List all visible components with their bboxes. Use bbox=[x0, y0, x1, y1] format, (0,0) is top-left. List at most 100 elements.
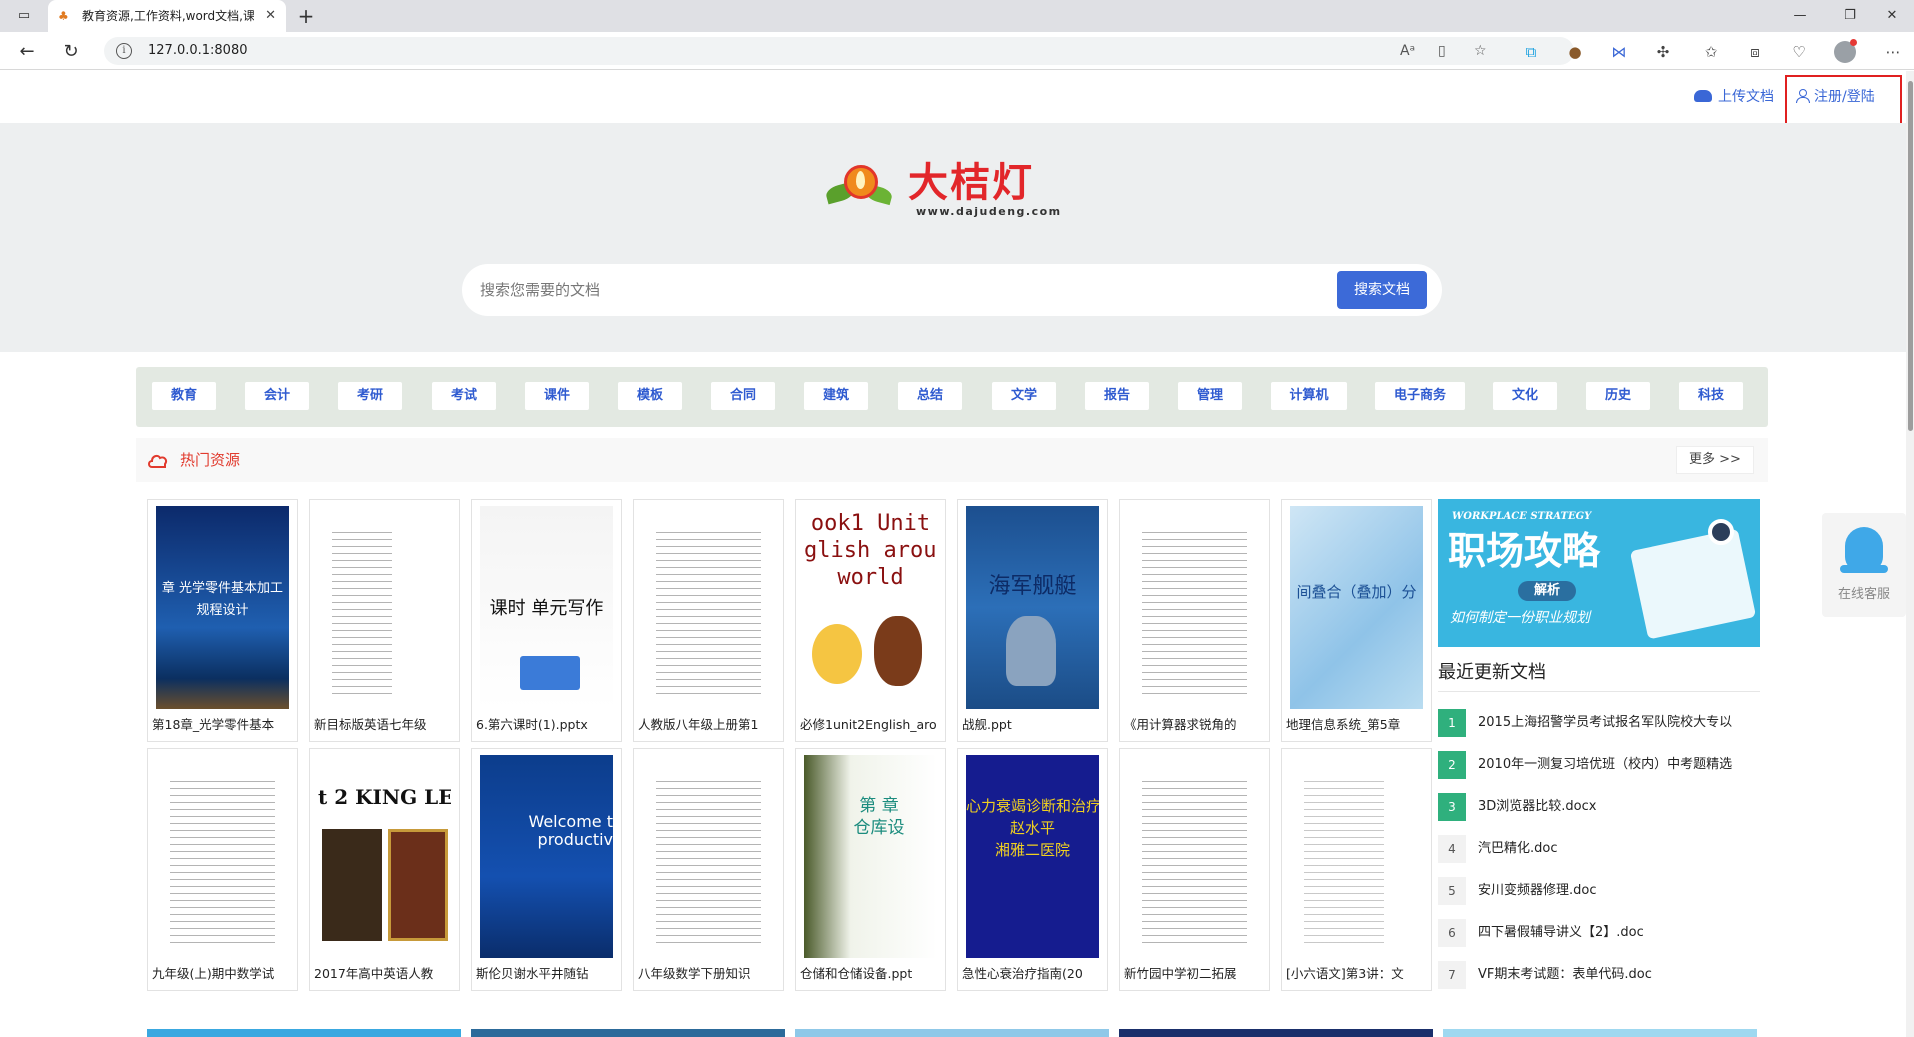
category-item[interactable]: 总结 bbox=[898, 382, 962, 410]
tab-actions-icon[interactable]: ▭ bbox=[14, 6, 34, 26]
document-thumbnail[interactable]: 章 光学零件基本加工 规程设计 bbox=[156, 506, 289, 709]
split-extension-icon[interactable]: ⋈ bbox=[1608, 41, 1630, 63]
more-menu-icon[interactable]: ⋯ bbox=[1882, 41, 1904, 63]
document-thumbnail[interactable] bbox=[642, 755, 775, 958]
document-thumbnail[interactable]: 海军舰艇 bbox=[966, 506, 1099, 709]
document-card[interactable]: 八年级数学下册知识 bbox=[633, 748, 784, 991]
document-thumbnail[interactable]: Welcome t productiv bbox=[480, 755, 613, 958]
banner-strip[interactable] bbox=[471, 1029, 785, 1037]
refresh-icon[interactable]: ↻ bbox=[60, 41, 82, 63]
site-info-icon[interactable]: i bbox=[116, 43, 132, 59]
category-item[interactable]: 教育 bbox=[152, 382, 216, 410]
minimize-icon[interactable]: — bbox=[1790, 6, 1810, 26]
document-title[interactable]: 必修1unit2English_aro bbox=[800, 716, 942, 734]
document-thumbnail[interactable]: 间叠合（叠加）分 bbox=[1290, 506, 1423, 709]
document-title[interactable]: 第18章_光学零件基本 bbox=[152, 716, 294, 734]
close-tab-icon[interactable]: ✕ bbox=[265, 7, 276, 25]
category-item[interactable]: 课件 bbox=[525, 382, 589, 410]
document-card[interactable]: 心力衰竭诊断和治疗 赵水平 湘雅二医院 急性心衰治疗指南(20 bbox=[957, 748, 1108, 991]
document-card[interactable]: ook1 Unit glish around t world 必修1unit2E… bbox=[795, 499, 946, 742]
translate-extension-icon[interactable]: ⧉ bbox=[1520, 41, 1542, 63]
browser-essentials-icon[interactable]: ♡ bbox=[1788, 41, 1810, 63]
document-card[interactable]: t 2 KING LEA 2017年高中英语人教 bbox=[309, 748, 460, 991]
document-card[interactable]: 新竹园中学初二拓展 bbox=[1119, 748, 1270, 991]
document-thumbnail[interactable] bbox=[1128, 506, 1261, 709]
extensions-icon[interactable]: ✣ bbox=[1652, 41, 1674, 63]
online-service-widget[interactable]: 在线客服 bbox=[1822, 513, 1906, 617]
category-item[interactable]: 文学 bbox=[992, 382, 1056, 410]
collections-icon[interactable]: ⧈ bbox=[1744, 41, 1766, 63]
more-button[interactable]: 更多 >> bbox=[1676, 446, 1754, 474]
document-thumbnail[interactable]: 心力衰竭诊断和治疗 赵水平 湘雅二医院 bbox=[966, 755, 1099, 958]
search-button[interactable]: 搜索文档 bbox=[1337, 271, 1427, 309]
document-thumbnail[interactable]: t 2 KING LEA bbox=[318, 755, 451, 958]
document-thumbnail[interactable] bbox=[1128, 755, 1261, 958]
scrollbar-thumb[interactable] bbox=[1908, 81, 1913, 431]
upload-document-link[interactable]: 上传文档 bbox=[1694, 88, 1774, 106]
document-thumbnail[interactable]: 课时 单元写作 bbox=[480, 506, 613, 709]
document-card[interactable]: 第 章 仓库设 仓储和仓储设备.ppt bbox=[795, 748, 946, 991]
recent-document-link[interactable]: 2015上海招警学员考试报名军队院校大专以 bbox=[1478, 714, 1760, 732]
recent-document-link[interactable]: 3D浏览器比较.docx bbox=[1478, 798, 1760, 816]
category-item[interactable]: 报告 bbox=[1085, 382, 1149, 410]
back-icon[interactable]: ← bbox=[16, 41, 38, 63]
read-aloud-icon[interactable]: Aᵃ bbox=[1400, 42, 1415, 60]
document-thumbnail[interactable] bbox=[318, 506, 451, 709]
document-title[interactable]: 战舰.ppt bbox=[962, 716, 1104, 734]
career-ad-banner[interactable]: WORKPLACE STRATEGY 职场攻略 解析 如何制定一份职业规划 bbox=[1438, 499, 1760, 647]
category-item[interactable]: 考研 bbox=[338, 382, 402, 410]
document-thumbnail[interactable]: 第 章 仓库设 bbox=[804, 755, 937, 958]
category-item[interactable]: 计算机 bbox=[1271, 382, 1347, 410]
banner-strip[interactable] bbox=[1443, 1029, 1757, 1037]
cookie-extension-icon[interactable]: ● bbox=[1564, 41, 1586, 63]
document-card[interactable]: 课时 单元写作 6.第六课时(1).pptx bbox=[471, 499, 622, 742]
search-input[interactable] bbox=[480, 278, 1280, 302]
document-card[interactable]: 九年级(上)期中数学试 bbox=[147, 748, 298, 991]
banner-strip[interactable] bbox=[147, 1029, 461, 1037]
document-title[interactable]: 仓储和仓储设备.ppt bbox=[800, 965, 942, 983]
new-tab-icon[interactable]: + bbox=[294, 4, 318, 28]
document-title[interactable]: 新竹园中学初二拓展 bbox=[1124, 965, 1266, 983]
recent-document-link[interactable]: 安川变频器修理.doc bbox=[1478, 882, 1760, 900]
document-card[interactable]: [小六语文]第3讲：文 bbox=[1281, 748, 1432, 991]
register-login-link[interactable]: 注册/登陆 bbox=[1796, 88, 1875, 106]
banner-strip[interactable] bbox=[1119, 1029, 1433, 1037]
document-card[interactable]: 新目标版英语七年级 bbox=[309, 499, 460, 742]
document-title[interactable]: 人教版八年级上册第1 bbox=[638, 716, 780, 734]
category-item[interactable]: 文化 bbox=[1493, 382, 1557, 410]
document-title[interactable]: 《用计算器求锐角的 bbox=[1124, 716, 1266, 734]
document-card[interactable]: 海军舰艇 战舰.ppt bbox=[957, 499, 1108, 742]
category-item[interactable]: 考试 bbox=[432, 382, 496, 410]
document-title[interactable]: 2017年高中英语人教 bbox=[314, 965, 456, 983]
document-thumbnail[interactable]: ook1 Unit glish around t world bbox=[804, 506, 937, 709]
category-item[interactable]: 模板 bbox=[618, 382, 682, 410]
category-item[interactable]: 电子商务 bbox=[1375, 382, 1465, 410]
category-item[interactable]: 科技 bbox=[1679, 382, 1743, 410]
document-card[interactable]: 章 光学零件基本加工 规程设计 第18章_光学零件基本 bbox=[147, 499, 298, 742]
url-field[interactable]: i 127.0.0.1:8080 Aᵃ ▯ ☆ bbox=[104, 37, 1574, 65]
document-card[interactable]: 《用计算器求锐角的 bbox=[1119, 499, 1270, 742]
favorite-add-icon[interactable]: ☆ bbox=[1474, 42, 1487, 60]
recent-document-link[interactable]: 汽巴精化.doc bbox=[1478, 840, 1760, 858]
document-title[interactable]: [小六语文]第3讲：文 bbox=[1286, 965, 1428, 983]
category-item[interactable]: 会计 bbox=[245, 382, 309, 410]
document-title[interactable]: 八年级数学下册知识 bbox=[638, 965, 780, 983]
document-thumbnail[interactable] bbox=[642, 506, 775, 709]
recent-document-link[interactable]: 2010年一测复习培优班（校内）中考题精选 bbox=[1478, 756, 1760, 774]
immersive-reader-icon[interactable]: ▯ bbox=[1438, 42, 1446, 60]
restore-icon[interactable]: ❐ bbox=[1840, 6, 1860, 26]
document-title[interactable]: 6.第六课时(1).pptx bbox=[476, 716, 618, 734]
document-title[interactable]: 新目标版英语七年级 bbox=[314, 716, 456, 734]
document-card[interactable]: 间叠合（叠加）分 地理信息系统_第5章 bbox=[1281, 499, 1432, 742]
document-card[interactable]: Welcome t productiv 斯伦贝谢水平井随钻 bbox=[471, 748, 622, 991]
close-window-icon[interactable]: ✕ bbox=[1882, 6, 1902, 26]
document-title[interactable]: 地理信息系统_第5章 bbox=[1286, 716, 1428, 734]
document-title[interactable]: 急性心衰治疗指南(20 bbox=[962, 965, 1104, 983]
category-item[interactable]: 管理 bbox=[1178, 382, 1242, 410]
recent-document-link[interactable]: VF期末考试题：表单代码.doc bbox=[1478, 966, 1760, 984]
document-title[interactable]: 斯伦贝谢水平井随钻 bbox=[476, 965, 618, 983]
document-card[interactable]: 人教版八年级上册第1 bbox=[633, 499, 784, 742]
banner-strip[interactable] bbox=[795, 1029, 1109, 1037]
url-text[interactable]: 127.0.0.1:8080 bbox=[148, 43, 248, 59]
site-logo[interactable]: 大桔灯 www.dajudeng.com bbox=[824, 161, 1078, 219]
